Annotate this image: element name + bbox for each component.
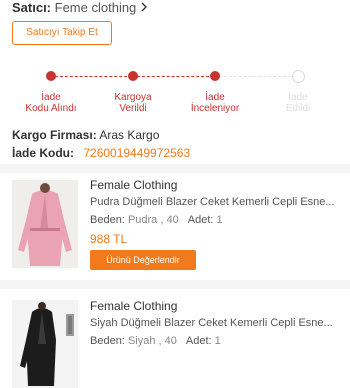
tracking-step-label: Kargoya Verildi — [114, 92, 152, 114]
cargo-label: Kargo Firması: — [12, 128, 97, 142]
product-meta: Beden: Pudra , 40 Adet: 1 — [90, 214, 223, 226]
size-label: Beden: — [90, 335, 125, 347]
section-divider — [0, 164, 350, 173]
tracking-dot — [210, 71, 220, 81]
rate-product-button[interactable]: Ürünü Değerlendir — [90, 250, 196, 270]
product-brand: Female Clothing — [90, 299, 178, 313]
product-meta: Beden: Siyah , 40 Adet: 1 — [90, 335, 221, 347]
qty-label: Adet: — [187, 214, 214, 226]
seller-name[interactable]: Feme clothing — [55, 0, 137, 15]
seller-label: Satıcı: — [12, 0, 52, 15]
product-brand: Female Clothing — [90, 178, 178, 192]
size-value: Siyah , 40 — [127, 335, 177, 347]
product-image[interactable] — [12, 300, 78, 388]
product-image[interactable] — [12, 180, 78, 268]
qty-value: 1 — [214, 335, 221, 347]
tracking-step-label: İade İnceleniyor — [190, 92, 240, 114]
tracking-dot — [46, 71, 56, 81]
tracking-line — [132, 76, 214, 77]
return-code-label: İade Kodu: — [12, 146, 74, 160]
tracking-step-label: İade Edildi — [285, 92, 311, 114]
qty-label: Adet: — [185, 335, 212, 347]
size-value: Pudra , 40 — [127, 214, 179, 226]
product-name[interactable]: Pudra Düğmeli Blazer Ceket Kemerli Cepli… — [90, 196, 345, 208]
qty-value: 1 — [216, 214, 223, 226]
product-price: 988 TL — [90, 232, 128, 246]
size-label: Beden: — [90, 214, 125, 226]
tracking-line — [50, 76, 132, 77]
tracking-dot — [128, 71, 138, 81]
tracking-dot — [292, 70, 305, 83]
tracking-step-label: İade Kodu Alındı — [25, 92, 77, 114]
return-code: İade Kodu: 7260019449972563 — [12, 146, 190, 160]
cargo-value: Aras Kargo — [99, 128, 160, 142]
cargo-company: Kargo Firması: Aras Kargo — [12, 128, 159, 142]
section-divider — [0, 280, 350, 289]
seller-info[interactable]: Satıcı: Feme clothing — [12, 0, 148, 15]
product-name[interactable]: Siyah Düğmeli Blazer Ceket Kemerli Cepli… — [90, 317, 345, 329]
tracking-line — [214, 76, 296, 77]
return-code-value[interactable]: 7260019449972563 — [83, 146, 190, 160]
chevron-right-icon[interactable] — [140, 0, 148, 15]
follow-seller-button[interactable]: Satıcıyı Takip Et — [12, 21, 112, 45]
